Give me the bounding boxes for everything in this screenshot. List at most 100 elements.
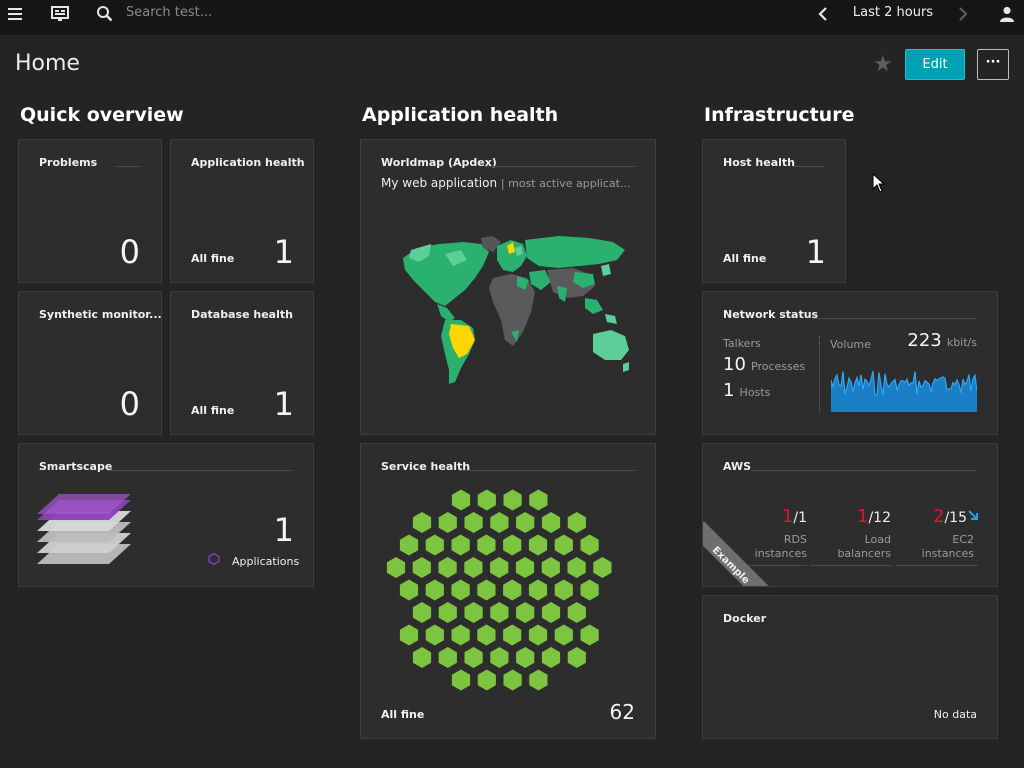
service-hexagon[interactable] (412, 557, 431, 578)
service-hexagon[interactable] (438, 647, 457, 668)
service-hexagon[interactable] (451, 624, 470, 646)
service-hexagon[interactable] (503, 489, 522, 511)
service-hexagon[interactable] (451, 579, 470, 601)
service-hexagon[interactable] (412, 647, 432, 668)
service-hexagon[interactable] (516, 512, 535, 533)
smartscape-tile[interactable]: Smartscape 1 Applications (18, 443, 314, 587)
service-hexagon[interactable] (503, 624, 522, 646)
worldmap-application[interactable]: My web application | most active applica… (381, 176, 630, 190)
service-hexagon[interactable] (529, 669, 548, 691)
tile-divider (285, 318, 293, 319)
timeframe-selector[interactable]: Last 2 hours (848, 5, 938, 20)
service-hexagon[interactable] (451, 669, 471, 691)
tile-divider (115, 166, 141, 167)
service-hexagon[interactable] (438, 557, 457, 578)
search-icon[interactable] (92, 0, 116, 27)
service-hexagon[interactable] (425, 624, 444, 646)
service-hexagon[interactable] (464, 602, 483, 623)
application-health-tile[interactable]: Application health All fine 1 (170, 139, 314, 283)
star-icon[interactable]: ★ (873, 54, 893, 76)
service-hexagon[interactable] (541, 647, 561, 668)
service-hexagon[interactable] (529, 489, 548, 511)
service-hexagon[interactable] (399, 579, 419, 601)
service-hexagon[interactable] (425, 579, 444, 601)
service-hexagon[interactable] (438, 602, 457, 623)
load-balancers-total: /12 (868, 510, 891, 526)
service-hexagon[interactable] (515, 557, 535, 578)
world-map[interactable] (389, 236, 633, 388)
service-hexagon[interactable] (580, 579, 599, 601)
service-hexagon[interactable] (477, 534, 496, 556)
docker-status: No data (933, 708, 977, 721)
service-hexagon[interactable] (580, 534, 599, 556)
aws-ec2-metric[interactable]: 2/15 (895, 506, 979, 527)
service-hexagon[interactable] (438, 512, 457, 533)
service-hexagon[interactable] (554, 624, 573, 646)
host-health-tile[interactable]: Host health All fine 1 (702, 139, 846, 283)
aws-load-balancers-metric[interactable]: 1/12 (809, 506, 891, 527)
user-icon[interactable] (996, 0, 1018, 27)
timeframe-previous-icon[interactable] (812, 0, 834, 27)
edit-button[interactable]: Edit (905, 49, 965, 80)
tile-divider (485, 166, 635, 167)
tile-title: Problems (39, 156, 98, 169)
synthetic-monitors-tile[interactable]: Synthetic monitor... 0 (18, 291, 162, 435)
service-hexagon[interactable] (477, 624, 496, 646)
service-hexagon[interactable] (477, 669, 496, 691)
service-hexagon[interactable] (464, 557, 483, 578)
service-hexagon[interactable] (464, 512, 483, 533)
menu-icon[interactable] (4, 0, 28, 27)
aws-rds-metric[interactable]: 1/1 (727, 506, 807, 527)
timeframe-next-icon[interactable] (952, 0, 974, 27)
service-hexagon[interactable] (490, 647, 509, 668)
service-hexagon[interactable] (554, 579, 573, 601)
service-hexagon[interactable] (451, 534, 470, 556)
hosts-label: Hosts (739, 386, 771, 399)
service-hexagon[interactable] (425, 534, 444, 556)
service-hexagon[interactable] (490, 602, 509, 623)
service-hexagon[interactable] (386, 557, 406, 578)
application-name: My web application (381, 176, 498, 190)
service-hexagon[interactable] (451, 489, 471, 511)
worldmap-tile[interactable]: Worldmap (Apdex) My web application | mo… (360, 139, 656, 435)
service-hexagon[interactable] (464, 647, 483, 668)
service-hexagon[interactable] (516, 602, 535, 623)
service-hexagon[interactable] (528, 534, 548, 556)
service-hexagon[interactable] (399, 624, 419, 646)
problems-tile[interactable]: Problems 0 (18, 139, 162, 283)
service-hexagon[interactable] (541, 512, 561, 533)
service-hexagon[interactable] (528, 624, 548, 646)
service-hexagon[interactable] (567, 647, 586, 668)
ec2-label-line1: EC2 (952, 533, 974, 546)
talkers-label: Talkers (723, 337, 761, 350)
service-hexagon[interactable] (503, 579, 522, 601)
dashboards-icon[interactable] (48, 0, 72, 27)
tile-divider (793, 166, 825, 167)
more-options-button[interactable]: ··· (977, 49, 1009, 80)
service-health-tile[interactable]: Service health All fine 62 (360, 443, 656, 739)
database-health-tile[interactable]: Database health All fine 1 (170, 291, 314, 435)
service-hexagon[interactable] (477, 579, 496, 601)
service-hexagon[interactable] (541, 557, 560, 578)
network-status-tile[interactable]: Network status Talkers 10 Processes 1 Ho… (702, 291, 998, 435)
service-hexagon[interactable] (580, 624, 599, 646)
service-hexagon[interactable] (477, 489, 496, 511)
service-hexagon[interactable] (567, 557, 586, 578)
aws-tile[interactable]: AWS 1/1 RDS instances 1/12 Load balancer… (702, 443, 998, 587)
search-input[interactable]: Search test... (126, 5, 212, 20)
service-hexagon[interactable] (412, 602, 432, 623)
service-hexagon[interactable] (567, 602, 586, 623)
service-hexagon[interactable] (516, 647, 535, 668)
service-hexagon[interactable] (503, 669, 522, 691)
service-hexagon[interactable] (567, 512, 586, 533)
service-hexagon[interactable] (528, 579, 548, 601)
service-hexagon[interactable] (490, 557, 509, 578)
service-hexagon[interactable] (541, 602, 561, 623)
service-hexagon[interactable] (412, 512, 432, 533)
docker-tile[interactable]: Docker No data (702, 595, 998, 739)
service-hexagon[interactable] (399, 534, 419, 556)
service-hexagon[interactable] (554, 534, 573, 556)
service-hexagon[interactable] (593, 557, 612, 578)
service-hexagon[interactable] (490, 512, 509, 533)
service-hexagon[interactable] (503, 534, 522, 556)
